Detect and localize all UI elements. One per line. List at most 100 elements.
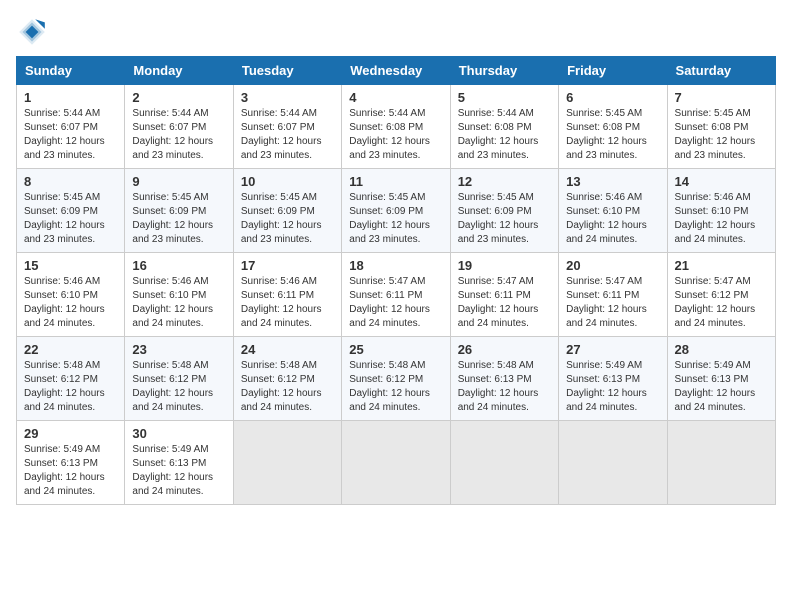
day-info: Sunrise: 5:45 AMSunset: 6:09 PMDaylight:… xyxy=(241,191,334,247)
day-info: Sunrise: 5:48 AMSunset: 6:12 PMDaylight:… xyxy=(24,359,117,415)
calendar-cell: 15 Sunrise: 5:46 AMSunset: 6:10 PMDayligh… xyxy=(17,253,125,337)
calendar-cell: 26Sunrise: 5:48 AMSunset: 6:13 PMDayligh… xyxy=(450,337,558,421)
calendar-cell xyxy=(342,421,450,505)
day-number: 30 xyxy=(132,426,225,441)
calendar-cell: 13 Sunrise: 5:46 AMSunset: 6:10 PMDayligh… xyxy=(559,169,667,253)
calendar-cell: 11 Sunrise: 5:45 AMSunset: 6:09 PMDayligh… xyxy=(342,169,450,253)
day-info: Sunrise: 5:48 AMSunset: 6:12 PMDaylight:… xyxy=(241,359,334,415)
calendar-cell: 14 Sunrise: 5:46 AMSunset: 6:10 PMDayligh… xyxy=(667,169,775,253)
calendar-cell: 12 Sunrise: 5:45 AMSunset: 6:09 PMDayligh… xyxy=(450,169,558,253)
day-number: 15 xyxy=(24,258,117,273)
day-info: Sunrise: 5:47 AMSunset: 6:12 PMDaylight:… xyxy=(675,275,768,331)
logo xyxy=(16,16,52,48)
calendar-week-1: 1 Sunrise: 5:44 AMSunset: 6:07 PMDaylight… xyxy=(17,85,776,169)
calendar-cell: 28 Sunrise: 5:49 AMSunset: 6:13 PMDayligh… xyxy=(667,337,775,421)
day-number: 12 xyxy=(458,174,551,189)
day-number: 11 xyxy=(349,174,442,189)
day-info: Sunrise: 5:45 AMSunset: 6:09 PMDaylight:… xyxy=(132,191,225,247)
calendar-cell: 16Sunrise: 5:46 AMSunset: 6:10 PMDayligh… xyxy=(125,253,233,337)
day-info: Sunrise: 5:49 AMSunset: 6:13 PMDaylight:… xyxy=(132,443,225,499)
day-number: 25 xyxy=(349,342,442,357)
weekday-header-tuesday: Tuesday xyxy=(233,57,341,85)
day-info: Sunrise: 5:45 AMSunset: 6:09 PMDaylight:… xyxy=(349,191,442,247)
day-info: Sunrise: 5:49 AMSunset: 6:13 PMDaylight:… xyxy=(675,359,768,415)
day-number: 26 xyxy=(458,342,551,357)
weekday-header-monday: Monday xyxy=(125,57,233,85)
day-number: 24 xyxy=(241,342,334,357)
calendar-table: SundayMondayTuesdayWednesdayThursdayFrid… xyxy=(16,56,776,505)
day-number: 23 xyxy=(132,342,225,357)
day-number: 9 xyxy=(132,174,225,189)
calendar-cell: 25Sunrise: 5:48 AMSunset: 6:12 PMDayligh… xyxy=(342,337,450,421)
calendar-cell: 6Sunrise: 5:45 AMSunset: 6:08 PMDaylight… xyxy=(559,85,667,169)
header-row: SundayMondayTuesdayWednesdayThursdayFrid… xyxy=(17,57,776,85)
calendar-week-5: 29 Sunrise: 5:49 AMSunset: 6:13 PMDayligh… xyxy=(17,421,776,505)
day-number: 28 xyxy=(675,342,768,357)
day-info: Sunrise: 5:47 AMSunset: 6:11 PMDaylight:… xyxy=(458,275,551,331)
calendar-cell: 27 Sunrise: 5:49 AMSunset: 6:13 PMDayligh… xyxy=(559,337,667,421)
weekday-header-sunday: Sunday xyxy=(17,57,125,85)
calendar-cell: 24 Sunrise: 5:48 AMSunset: 6:12 PMDayligh… xyxy=(233,337,341,421)
day-number: 27 xyxy=(566,342,659,357)
calendar-cell: 4Sunrise: 5:44 AMSunset: 6:08 PMDaylight… xyxy=(342,85,450,169)
day-info: Sunrise: 5:44 AMSunset: 6:07 PMDaylight:… xyxy=(241,107,334,163)
day-info: Sunrise: 5:49 AMSunset: 6:13 PMDaylight:… xyxy=(566,359,659,415)
calendar-week-2: 8Sunrise: 5:45 AMSunset: 6:09 PMDaylight… xyxy=(17,169,776,253)
calendar-cell: 8Sunrise: 5:45 AMSunset: 6:09 PMDaylight… xyxy=(17,169,125,253)
day-number: 13 xyxy=(566,174,659,189)
day-info: Sunrise: 5:46 AMSunset: 6:10 PMDaylight:… xyxy=(566,191,659,247)
day-info: Sunrise: 5:45 AMSunset: 6:09 PMDaylight:… xyxy=(458,191,551,247)
calendar-cell: 18 Sunrise: 5:47 AMSunset: 6:11 PMDayligh… xyxy=(342,253,450,337)
day-info: Sunrise: 5:47 AMSunset: 6:11 PMDaylight:… xyxy=(566,275,659,331)
calendar-cell: 5Sunrise: 5:44 AMSunset: 6:08 PMDaylight… xyxy=(450,85,558,169)
day-info: Sunrise: 5:46 AMSunset: 6:10 PMDaylight:… xyxy=(24,275,117,331)
calendar-cell: 29 Sunrise: 5:49 AMSunset: 6:13 PMDayligh… xyxy=(17,421,125,505)
calendar-week-4: 22 Sunrise: 5:48 AMSunset: 6:12 PMDayligh… xyxy=(17,337,776,421)
calendar-body: 1 Sunrise: 5:44 AMSunset: 6:07 PMDaylight… xyxy=(17,85,776,505)
calendar-cell: 1 Sunrise: 5:44 AMSunset: 6:07 PMDaylight… xyxy=(17,85,125,169)
calendar-cell: 17Sunrise: 5:46 AMSunset: 6:11 PMDayligh… xyxy=(233,253,341,337)
day-info: Sunrise: 5:45 AMSunset: 6:09 PMDaylight:… xyxy=(24,191,117,247)
calendar-cell: 30 Sunrise: 5:49 AMSunset: 6:13 PMDayligh… xyxy=(125,421,233,505)
day-info: Sunrise: 5:44 AMSunset: 6:07 PMDaylight:… xyxy=(132,107,225,163)
calendar-cell: 19 Sunrise: 5:47 AMSunset: 6:11 PMDayligh… xyxy=(450,253,558,337)
calendar-cell xyxy=(559,421,667,505)
day-info: Sunrise: 5:47 AMSunset: 6:11 PMDaylight:… xyxy=(349,275,442,331)
calendar-cell: 3 Sunrise: 5:44 AMSunset: 6:07 PMDaylight… xyxy=(233,85,341,169)
day-info: Sunrise: 5:48 AMSunset: 6:12 PMDaylight:… xyxy=(132,359,225,415)
calendar-cell xyxy=(667,421,775,505)
day-number: 18 xyxy=(349,258,442,273)
calendar-cell: 10Sunrise: 5:45 AMSunset: 6:09 PMDayligh… xyxy=(233,169,341,253)
calendar-cell: 23 Sunrise: 5:48 AMSunset: 6:12 PMDayligh… xyxy=(125,337,233,421)
day-number: 22 xyxy=(24,342,117,357)
day-number: 21 xyxy=(675,258,768,273)
calendar-cell xyxy=(233,421,341,505)
day-info: Sunrise: 5:44 AMSunset: 6:07 PMDaylight:… xyxy=(24,107,117,163)
day-number: 6 xyxy=(566,90,659,105)
day-number: 1 xyxy=(24,90,117,105)
calendar-cell: 9 Sunrise: 5:45 AMSunset: 6:09 PMDaylight… xyxy=(125,169,233,253)
day-number: 3 xyxy=(241,90,334,105)
weekday-header-wednesday: Wednesday xyxy=(342,57,450,85)
day-info: Sunrise: 5:49 AMSunset: 6:13 PMDaylight:… xyxy=(24,443,117,499)
calendar-cell: 7 Sunrise: 5:45 AMSunset: 6:08 PMDaylight… xyxy=(667,85,775,169)
day-info: Sunrise: 5:44 AMSunset: 6:08 PMDaylight:… xyxy=(349,107,442,163)
calendar-header: SundayMondayTuesdayWednesdayThursdayFrid… xyxy=(17,57,776,85)
day-info: Sunrise: 5:44 AMSunset: 6:08 PMDaylight:… xyxy=(458,107,551,163)
calendar-week-3: 15 Sunrise: 5:46 AMSunset: 6:10 PMDayligh… xyxy=(17,253,776,337)
day-number: 7 xyxy=(675,90,768,105)
day-number: 14 xyxy=(675,174,768,189)
calendar-cell: 21 Sunrise: 5:47 AMSunset: 6:12 PMDayligh… xyxy=(667,253,775,337)
day-number: 2 xyxy=(132,90,225,105)
day-info: Sunrise: 5:46 AMSunset: 6:10 PMDaylight:… xyxy=(675,191,768,247)
calendar-cell: 2 Sunrise: 5:44 AMSunset: 6:07 PMDaylight… xyxy=(125,85,233,169)
logo-icon xyxy=(16,16,48,48)
weekday-header-friday: Friday xyxy=(559,57,667,85)
page-header xyxy=(16,16,776,48)
day-number: 29 xyxy=(24,426,117,441)
calendar-cell xyxy=(450,421,558,505)
calendar-cell: 22 Sunrise: 5:48 AMSunset: 6:12 PMDayligh… xyxy=(17,337,125,421)
day-info: Sunrise: 5:45 AMSunset: 6:08 PMDaylight:… xyxy=(675,107,768,163)
weekday-header-thursday: Thursday xyxy=(450,57,558,85)
day-number: 19 xyxy=(458,258,551,273)
